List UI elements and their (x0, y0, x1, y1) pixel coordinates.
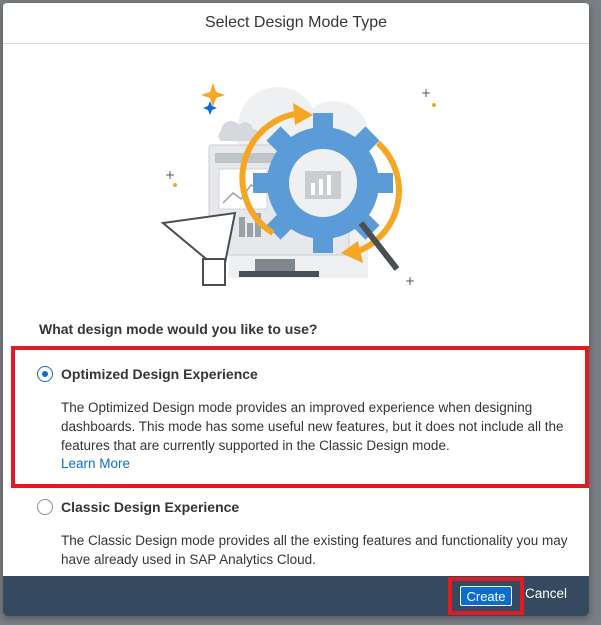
create-highlight: Create (448, 577, 524, 615)
design-mode-illustration: + + + (160, 83, 436, 288)
sparkle-icon (201, 83, 225, 107)
option-optimized[interactable]: Optimized Design Experience The Optimize… (11, 346, 589, 488)
option-optimized-title[interactable]: Optimized Design Experience (61, 366, 258, 382)
dialog-footer: Create Cancel (3, 576, 589, 616)
option-classic[interactable]: Classic Design Experience The Classic De… (13, 493, 587, 573)
gear-icon (253, 113, 393, 253)
radio-optimized[interactable] (37, 366, 53, 382)
plus-mark-icon: + (165, 168, 175, 182)
learn-more-link[interactable]: Learn More (61, 456, 130, 471)
option-classic-description: The Classic Design mode provides all the… (61, 533, 568, 567)
question-label: What design mode would you like to use? (39, 321, 318, 337)
pencil-cup-icon (202, 258, 226, 286)
create-button[interactable]: Create (460, 586, 512, 606)
svg-text:+: + (405, 274, 415, 288)
design-mode-dialog: Select Design Mode Type + + + What desig… (3, 3, 589, 616)
sparkle-small-icon (203, 101, 217, 115)
dot-orange-right (432, 103, 436, 107)
dot-orange (173, 183, 177, 187)
option-classic-title[interactable]: Classic Design Experience (61, 499, 239, 515)
dialog-title: Select Design Mode Type (3, 3, 589, 44)
plus-mark-right-icon: + (421, 86, 431, 100)
cancel-button[interactable]: Cancel (525, 586, 567, 601)
option-optimized-description: The Optimized Design mode provides an im… (61, 400, 564, 453)
radio-classic[interactable] (37, 499, 53, 515)
